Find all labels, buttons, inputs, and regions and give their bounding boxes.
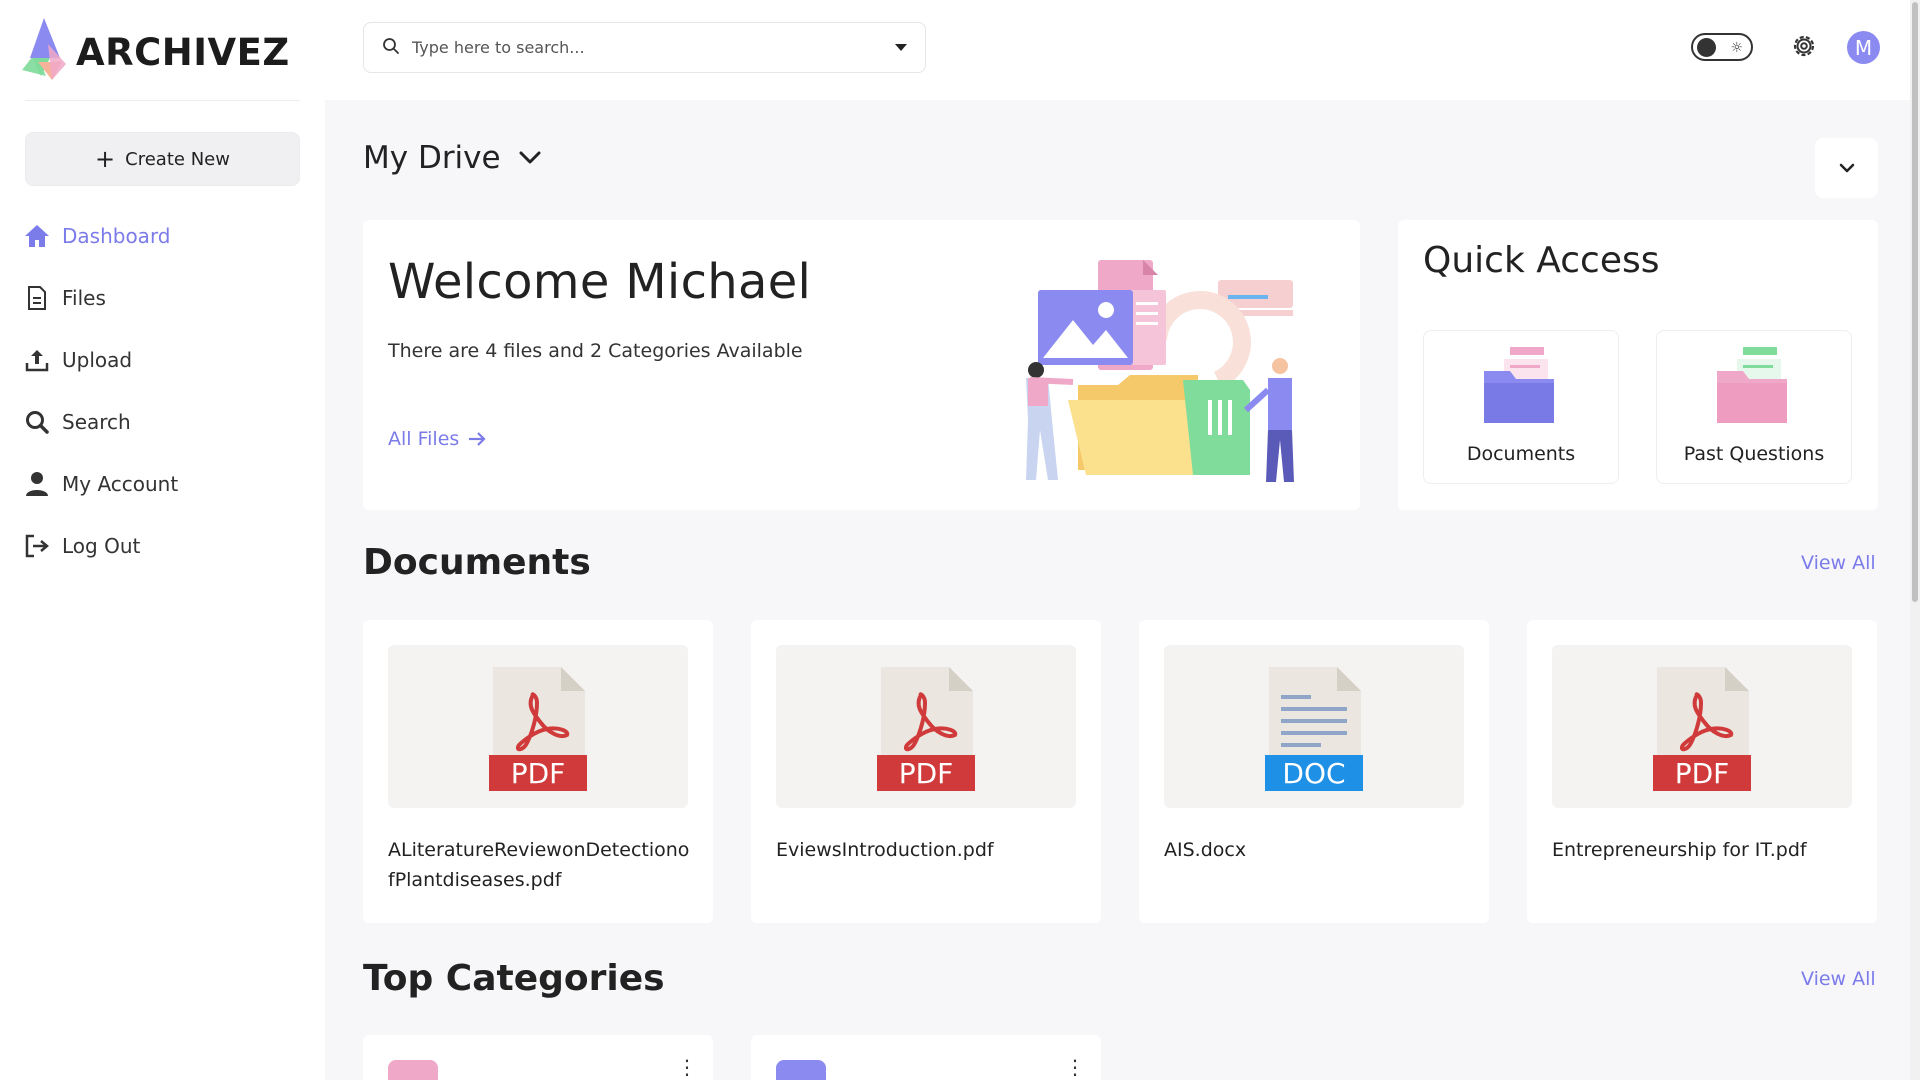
logout-icon bbox=[22, 531, 52, 561]
logo-mark-icon bbox=[22, 18, 78, 82]
doc-file-icon: DOC bbox=[1265, 667, 1363, 791]
search-icon bbox=[22, 407, 52, 437]
documents-title: Documents bbox=[363, 542, 591, 583]
sidebar-item-label: My Account bbox=[62, 472, 179, 496]
quick-access-documents[interactable]: Documents bbox=[1423, 330, 1619, 484]
document-thumbnail: PDF bbox=[388, 645, 688, 808]
document-name: Entrepreneurship for IT.pdf bbox=[1552, 839, 1807, 861]
quick-access-title: Quick Access bbox=[1423, 240, 1660, 281]
avatar[interactable]: M bbox=[1847, 31, 1880, 64]
sidebar-item-dashboard[interactable]: Dashboard bbox=[22, 205, 312, 267]
page-scrollbar[interactable] bbox=[1910, 0, 1920, 1080]
welcome-title: Welcome Michael bbox=[388, 254, 812, 310]
sidebar-item-search[interactable]: Search bbox=[22, 391, 312, 453]
document-thumbnail: DOC bbox=[1164, 645, 1464, 808]
file-icon bbox=[22, 283, 52, 313]
home-icon bbox=[22, 221, 52, 251]
sidebar-item-upload[interactable]: Upload bbox=[22, 329, 312, 391]
sidebar-item-label: Dashboard bbox=[62, 224, 171, 248]
sidebar-nav: Dashboard Files Upload Search My Account bbox=[22, 205, 312, 577]
folder-icon bbox=[1484, 347, 1554, 423]
sidebar-item-label: Files bbox=[62, 286, 106, 310]
category-folder-icon bbox=[388, 1060, 438, 1080]
svg-text:DOC: DOC bbox=[1282, 757, 1345, 790]
plus-icon: + bbox=[95, 145, 116, 173]
document-card[interactable]: DOC AIS.docx bbox=[1139, 620, 1489, 923]
search-icon bbox=[382, 37, 400, 59]
document-name: ALiteratureReviewonDetectionofPlantdisea… bbox=[388, 839, 690, 891]
quick-access-past-questions[interactable]: Past Questions bbox=[1656, 330, 1852, 484]
document-name: AIS.docx bbox=[1164, 839, 1247, 861]
create-new-button[interactable]: + Create New bbox=[25, 132, 300, 186]
sidebar-item-files[interactable]: Files bbox=[22, 267, 312, 329]
categories-view-all-link[interactable]: View All bbox=[1801, 968, 1876, 990]
category-folder-icon bbox=[776, 1060, 826, 1080]
pdf-file-icon: PDF bbox=[1653, 667, 1751, 791]
pdf-file-icon: PDF bbox=[489, 667, 587, 791]
welcome-card: Welcome Michael There are 4 files and 2 … bbox=[363, 220, 1360, 510]
chevron-down-icon[interactable] bbox=[895, 44, 907, 51]
collapse-button[interactable] bbox=[1815, 138, 1878, 198]
category-card[interactable]: ⋮ bbox=[751, 1035, 1101, 1080]
all-files-link[interactable]: All Files bbox=[388, 428, 487, 450]
sidebar-item-label: Log Out bbox=[62, 534, 141, 558]
search-bar[interactable] bbox=[363, 22, 926, 73]
quick-access-card: Quick Access Documents Past Questions bbox=[1398, 220, 1878, 510]
document-card[interactable]: PDF ALiteratureReviewonDetectionofPlantd… bbox=[363, 620, 713, 923]
user-icon bbox=[22, 469, 52, 499]
sidebar-item-my-account[interactable]: My Account bbox=[22, 453, 312, 515]
welcome-illustration bbox=[1018, 250, 1318, 500]
svg-text:PDF: PDF bbox=[899, 757, 954, 790]
quick-access-label: Past Questions bbox=[1683, 443, 1825, 465]
chevron-down-icon bbox=[1839, 163, 1854, 173]
more-options-icon[interactable]: ⋮ bbox=[1065, 1057, 1085, 1077]
pdf-file-icon: PDF bbox=[877, 667, 975, 791]
welcome-subtitle: There are 4 files and 2 Categories Avail… bbox=[388, 340, 803, 362]
main-content: My Drive Welcome Michael There are 4 fil… bbox=[325, 100, 1920, 1080]
create-new-label: Create New bbox=[125, 148, 230, 170]
document-card[interactable]: PDF Entrepreneurship for IT.pdf bbox=[1527, 620, 1877, 923]
svg-text:PDF: PDF bbox=[511, 757, 566, 790]
app-name: ARCHIVEZ bbox=[76, 30, 290, 74]
page-title: My Drive bbox=[363, 140, 501, 176]
gear-icon[interactable] bbox=[1790, 32, 1818, 60]
theme-toggle[interactable]: ☼ bbox=[1691, 33, 1753, 61]
document-card[interactable]: PDF EviewsIntroduction.pdf bbox=[751, 620, 1101, 923]
document-thumbnail: PDF bbox=[1552, 645, 1852, 808]
documents-view-all-link[interactable]: View All bbox=[1801, 552, 1876, 574]
document-name: EviewsIntroduction.pdf bbox=[776, 839, 994, 861]
category-card[interactable]: ⋮ bbox=[363, 1035, 713, 1080]
folder-icon bbox=[1717, 347, 1787, 423]
top-categories-title: Top Categories bbox=[363, 958, 665, 999]
svg-text:PDF: PDF bbox=[1675, 757, 1730, 790]
more-options-icon[interactable]: ⋮ bbox=[677, 1057, 697, 1077]
document-thumbnail: PDF bbox=[776, 645, 1076, 808]
topbar: ☼ M bbox=[325, 0, 1920, 100]
upload-icon bbox=[22, 345, 52, 375]
search-input[interactable] bbox=[412, 38, 852, 57]
sun-icon: ☼ bbox=[1730, 40, 1743, 56]
sidebar-item-log-out[interactable]: Log Out bbox=[22, 515, 312, 577]
chevron-down-icon bbox=[519, 151, 541, 164]
scrollbar-thumb[interactable] bbox=[1912, 2, 1918, 602]
drive-selector[interactable]: My Drive bbox=[363, 140, 541, 176]
arrow-right-icon bbox=[469, 432, 486, 446]
sidebar: ARCHIVEZ + Create New Dashboard Files Up… bbox=[0, 0, 325, 1080]
app-logo[interactable]: ARCHIVEZ bbox=[22, 18, 290, 82]
all-files-label: All Files bbox=[388, 428, 460, 450]
sidebar-item-label: Search bbox=[62, 410, 131, 434]
sidebar-item-label: Upload bbox=[62, 348, 133, 372]
quick-access-label: Documents bbox=[1466, 443, 1576, 465]
toggle-knob bbox=[1697, 38, 1716, 57]
divider bbox=[25, 100, 300, 101]
